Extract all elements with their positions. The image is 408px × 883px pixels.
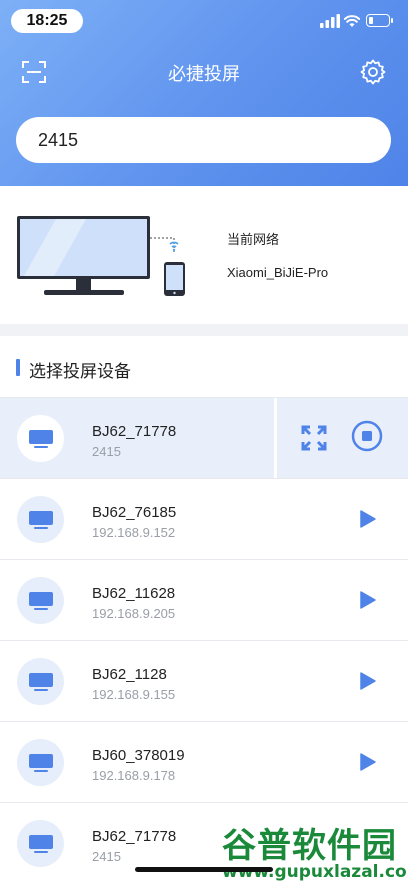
monitor-icon [28,429,53,448]
row-divider [274,398,277,478]
device-avatar [17,739,64,786]
section-accent-bar [16,359,20,376]
device-list: BJ62_71778 2415 BJ62_76185 192.168.9.152… [0,397,408,883]
watermark-text: 谷普软件园 [222,826,397,866]
device-ip: 2415 [92,849,121,864]
device-ip: 192.168.9.178 [92,768,176,783]
device-avatar [17,496,64,543]
play-icon[interactable] [357,752,377,772]
monitor-icon [28,672,53,691]
gear-icon[interactable] [360,59,386,85]
section-gap [0,324,408,336]
play-icon[interactable] [357,590,377,610]
status-bar: 18:25 [0,0,408,44]
device-row[interactable]: BJ62_11628 192.168.9.205 [0,559,408,640]
play-icon[interactable] [357,671,377,691]
watermark-url: www.gupuxlazal.com [222,862,408,882]
stop-icon[interactable] [351,420,383,452]
device-row[interactable]: BJ60_378019 192.168.9.178 [0,721,408,802]
monitor-icon [28,591,53,610]
monitor-icon [28,834,53,853]
device-avatar [17,820,64,867]
device-name: BJ62_1128 [92,666,167,683]
fullscreen-icon[interactable] [300,424,328,452]
watermark: 谷普软件园 www.gupuxlazal.com [218,818,408,883]
device-ip: 2415 [92,444,121,459]
page-title: 必捷投屏 [168,64,240,84]
device-name: BJ62_76185 [92,504,177,521]
search-input[interactable] [16,117,391,163]
network-name: Xiaomi_BiJiE-Pro [227,265,329,280]
network-label: 当前网络 [227,232,280,247]
monitor-icon [28,510,53,529]
device-name: BJ62_11628 [92,585,176,602]
wifi-icon [344,15,360,27]
home-indicator[interactable] [135,867,273,872]
device-row[interactable]: BJ62_76185 192.168.9.152 [0,478,408,559]
device-name: BJ60_378019 [92,747,185,764]
device-avatar [17,658,64,705]
device-row[interactable]: BJ62_1128 192.168.9.155 [0,640,408,721]
device-ip: 192.168.9.205 [92,606,176,621]
battery-icon [366,14,393,27]
section-header: 选择投屏设备 [0,336,408,396]
cellular-signal-icon [320,14,340,28]
device-avatar [17,577,64,624]
play-icon[interactable] [357,509,377,529]
device-row[interactable]: BJ62_71778 2415 [0,397,408,478]
status-time: 18:25 [11,9,83,33]
device-name: BJ62_71778 [92,423,177,440]
device-ip: 192.168.9.152 [92,525,176,540]
cast-illustration-icon [17,216,185,296]
device-ip: 192.168.9.155 [92,687,176,702]
device-avatar [17,415,64,462]
monitor-icon [28,753,53,772]
section-title: 选择投屏设备 [29,362,131,381]
device-name: BJ62_71778 [92,828,177,845]
